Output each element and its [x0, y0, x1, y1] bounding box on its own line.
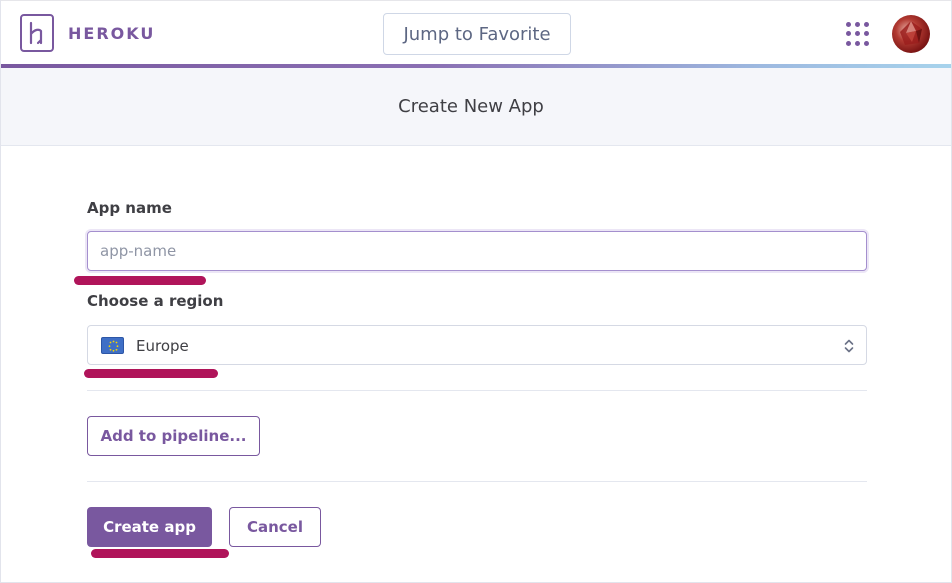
chevron-updown-icon — [844, 339, 854, 353]
heroku-logo[interactable]: HEROKU — [20, 14, 155, 52]
annotation-underline — [91, 549, 229, 558]
divider — [87, 481, 867, 482]
add-to-pipeline-button[interactable]: Add to pipeline... — [87, 416, 260, 456]
eu-flag-icon — [101, 337, 124, 354]
annotation-underline — [74, 276, 206, 285]
jump-to-favorite-button[interactable]: Jump to Favorite — [383, 13, 571, 55]
user-avatar[interactable] — [892, 15, 930, 53]
apps-grid-icon[interactable] — [846, 22, 870, 46]
app-name-label: App name — [87, 199, 172, 217]
top-nav: HEROKU Jump to Favorite — [1, 0, 951, 64]
create-app-button[interactable]: Create app — [87, 507, 212, 547]
divider — [87, 390, 867, 391]
region-select-value: Europe — [136, 337, 189, 355]
annotation-underline — [84, 369, 218, 378]
app-frame: HEROKU Jump to Favorite Create New App A… — [0, 0, 952, 583]
region-select[interactable]: Europe — [87, 325, 867, 365]
region-label: Choose a region — [87, 292, 224, 310]
app-name-input[interactable] — [87, 231, 867, 271]
brand-name: HEROKU — [68, 23, 156, 43]
page-title: Create New App — [398, 96, 544, 117]
heroku-logo-icon — [20, 14, 54, 52]
cancel-button[interactable]: Cancel — [229, 507, 321, 547]
